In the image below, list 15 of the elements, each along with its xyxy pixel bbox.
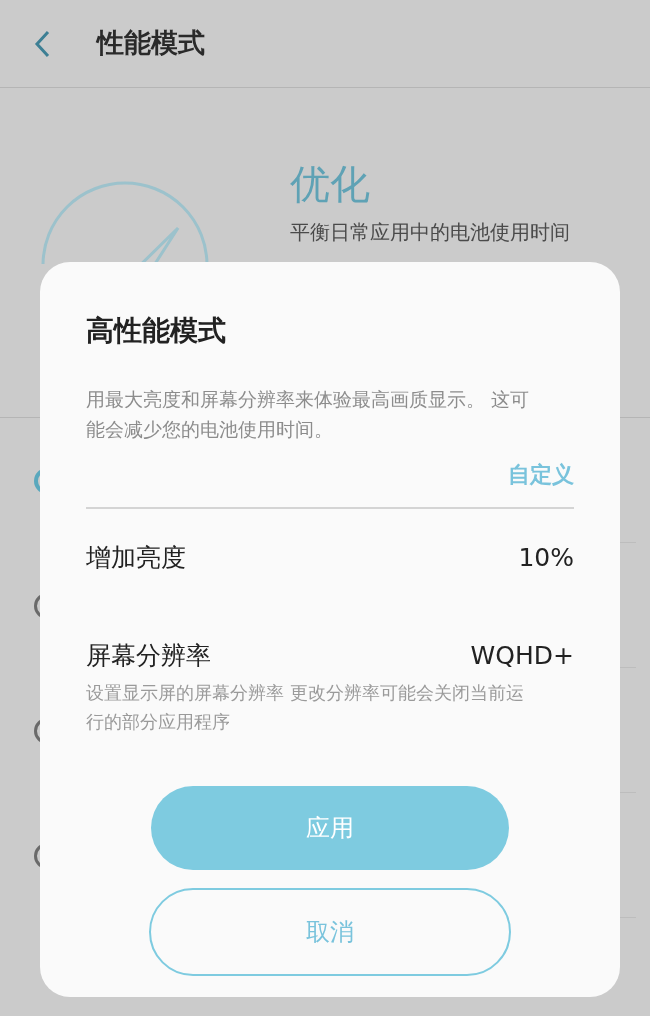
setting-label: 增加亮度 — [86, 542, 186, 574]
setting-description: 设置显示屏的屏幕分辨率 更改分辨率可能会关闭当前运行的部分应用程序 — [86, 681, 525, 734]
dialog-description: 用最大亮度和屏幕分辨率来体验最高画质显示。 这可能会减少您的电池使用时间。 — [86, 387, 531, 442]
mode-description: 平衡日常应用中的电池使用时间 — [290, 219, 570, 246]
setting-row[interactable]: 增加亮度 10% — [86, 509, 574, 577]
customize-link[interactable]: 自定义 — [508, 458, 574, 491]
apply-button[interactable]: 应用 — [151, 786, 509, 870]
cancel-button[interactable]: 取消 — [149, 888, 511, 976]
page-title: 性能模式 — [97, 26, 205, 61]
setting-value: WQHD+ — [470, 639, 574, 672]
setting-label: 屏幕分辨率 — [86, 639, 211, 672]
setting-value: 10% — [518, 542, 574, 574]
mode-title: 优化 — [290, 160, 371, 208]
setting-row[interactable]: 屏幕分辨率 WQHD+ 设置显示屏的屏幕分辨率 更改分辨率可能会关闭当前运行的部分应用程序 — [86, 576, 574, 736]
dialog-title: 高性能模式 — [86, 313, 227, 349]
